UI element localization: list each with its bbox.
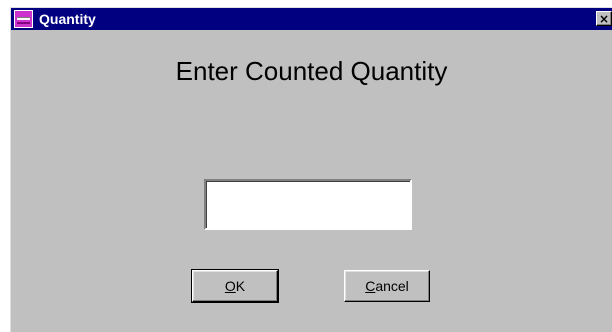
close-button[interactable]: × [596, 11, 612, 26]
title-bar[interactable]: Quantity × [11, 8, 612, 30]
app-window-icon [14, 10, 33, 28]
quantity-input[interactable] [204, 179, 412, 230]
cancel-button[interactable]: Cancel [344, 270, 430, 302]
dialog-heading: Enter Counted Quantity [175, 56, 448, 86]
ok-button-label: OK [224, 278, 246, 294]
ok-button[interactable]: OK [191, 269, 279, 303]
cancel-button-label: Cancel [365, 278, 409, 294]
window-title: Quantity [39, 11, 96, 27]
close-icon: × [598, 11, 610, 26]
quantity-dialog: Quantity × Enter Counted Quantity OK Can… [10, 7, 612, 332]
